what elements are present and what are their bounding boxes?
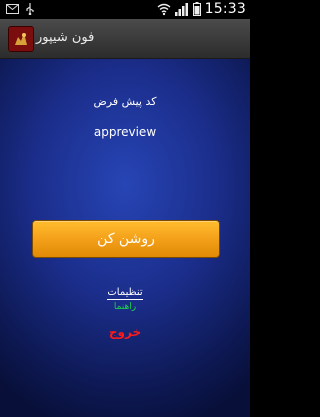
mail-icon [6, 4, 19, 14]
help-link[interactable]: راهنما [0, 302, 250, 312]
main-content: کد پیش فرض appreview روشن کن تنظیمات راه… [0, 59, 250, 417]
status-bar: 15:33 [0, 0, 250, 19]
settings-link[interactable]: تنظیمات [107, 287, 143, 300]
battery-icon [192, 2, 201, 16]
settings-link-wrapper: تنظیمات [0, 280, 250, 300]
app-title-bar: فون شیپور [0, 19, 250, 59]
usb-icon [25, 3, 35, 15]
wifi-icon [157, 3, 171, 16]
code-value: appreview [93, 125, 157, 139]
app-logo-icon [8, 26, 34, 52]
status-left-icons [6, 3, 35, 15]
exit-link[interactable]: خروج [0, 325, 250, 339]
code-label: کد پیش فرض [93, 95, 157, 108]
app-title: فون شیپور [36, 30, 95, 45]
signal-icon [174, 2, 189, 16]
status-time: 15:33 [204, 1, 246, 17]
phone-screen: 15:33 فون شیپور کد پیش فرض appreview روش… [0, 0, 250, 417]
status-right-icons: 15:33 [157, 1, 246, 17]
power-on-button[interactable]: روشن کن [32, 220, 220, 258]
